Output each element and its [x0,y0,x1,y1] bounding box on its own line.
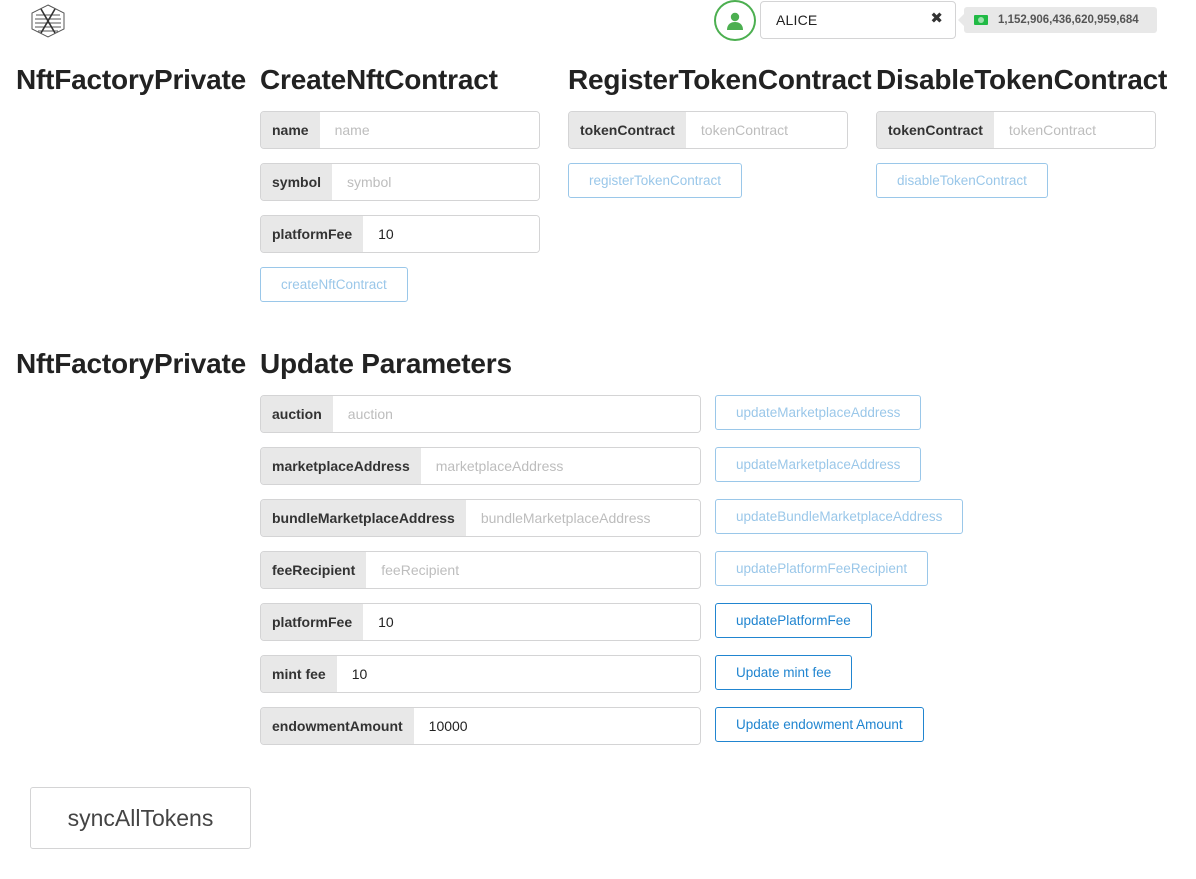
update-mint-fee-button[interactable]: Update mint fee [715,655,853,690]
disable-token-input[interactable] [993,112,1155,148]
field-label: bundleMarketplaceAddress [261,500,466,536]
mint-fee-input[interactable] [336,656,700,692]
register-token-contract-button[interactable]: registerTokenContract [568,163,743,198]
balance-label: 1,152,906,436,620,959,684 [958,7,1157,33]
register-token-input[interactable] [685,112,847,148]
symbol-input[interactable] [332,164,539,200]
field-label: mint fee [261,656,337,692]
disable-token-title: DisableTokenContract [876,64,1168,95]
field-label: tokenContract [877,112,994,148]
disable-token-contract-button[interactable]: disableTokenContract [876,163,1048,198]
section-title: NftFactoryPrivate [16,348,247,379]
field-label: platformFee [261,216,364,252]
update-auction-button[interactable]: updateMarketplaceAddress [715,395,922,430]
symbol-field: symbol [260,163,540,201]
name-input[interactable] [319,112,539,148]
user-icon [727,12,743,30]
money-icon [974,15,988,25]
name-field: name [260,111,540,149]
bundle-marketplace-address-field: bundleMarketplaceAddress [260,499,701,537]
create-nft-title: CreateNftContract [260,64,498,95]
platform-fee-input[interactable] [363,604,700,640]
field-label: auction [261,396,333,432]
field-label: endowmentAmount [261,708,414,744]
disable-token-field: tokenContract [876,111,1156,149]
platform-fee-field: platformFee [260,603,701,641]
update-endowment-amount-button[interactable]: Update endowment Amount [715,707,924,742]
auction-field: auction [260,395,701,433]
platform-fee-input[interactable] [363,216,539,252]
update-parameters-title: Update Parameters [260,348,512,379]
marketplace-address-input[interactable] [420,448,700,484]
endowment-amount-field: endowmentAmount [260,707,701,745]
update-platform-fee-recipient-button[interactable]: updatePlatformFeeRecipient [715,551,929,586]
register-token-title: RegisterTokenContract [568,64,872,95]
marketplace-address-field: marketplaceAddress [260,447,701,485]
field-label: feeRecipient [261,552,367,588]
platform-fee-field: platformFee [260,215,540,253]
user-name: ALICE [776,12,818,28]
field-label: marketplaceAddress [261,448,421,484]
user-avatar[interactable] [714,0,756,41]
close-icon[interactable]: ✖ [930,11,943,26]
balance-value: 1,152,906,436,620,959,684 [998,14,1139,26]
logo-icon [29,3,67,39]
update-marketplace-address-button[interactable]: updateMarketplaceAddress [715,447,922,482]
endowment-amount-input[interactable] [413,708,700,744]
field-label: name [261,112,320,148]
create-nft-contract-button[interactable]: createNftContract [260,267,408,302]
user-select[interactable]: ALICE ✖ [760,1,956,39]
field-label: tokenContract [569,112,686,148]
field-label: symbol [261,164,333,200]
auction-input[interactable] [332,396,700,432]
fee-recipient-input[interactable] [366,552,700,588]
field-label: platformFee [261,604,364,640]
update-platform-fee-button[interactable]: updatePlatformFee [715,603,872,638]
update-bundle-marketplace-address-button[interactable]: updateBundleMarketplaceAddress [715,499,964,534]
section-title: NftFactoryPrivate [16,64,247,95]
bundle-marketplace-address-input[interactable] [465,500,700,536]
fee-recipient-field: feeRecipient [260,551,701,589]
mint-fee-field: mint fee [260,655,701,693]
sync-all-tokens-button[interactable]: syncAllTokens [30,787,251,849]
register-token-field: tokenContract [568,111,848,149]
